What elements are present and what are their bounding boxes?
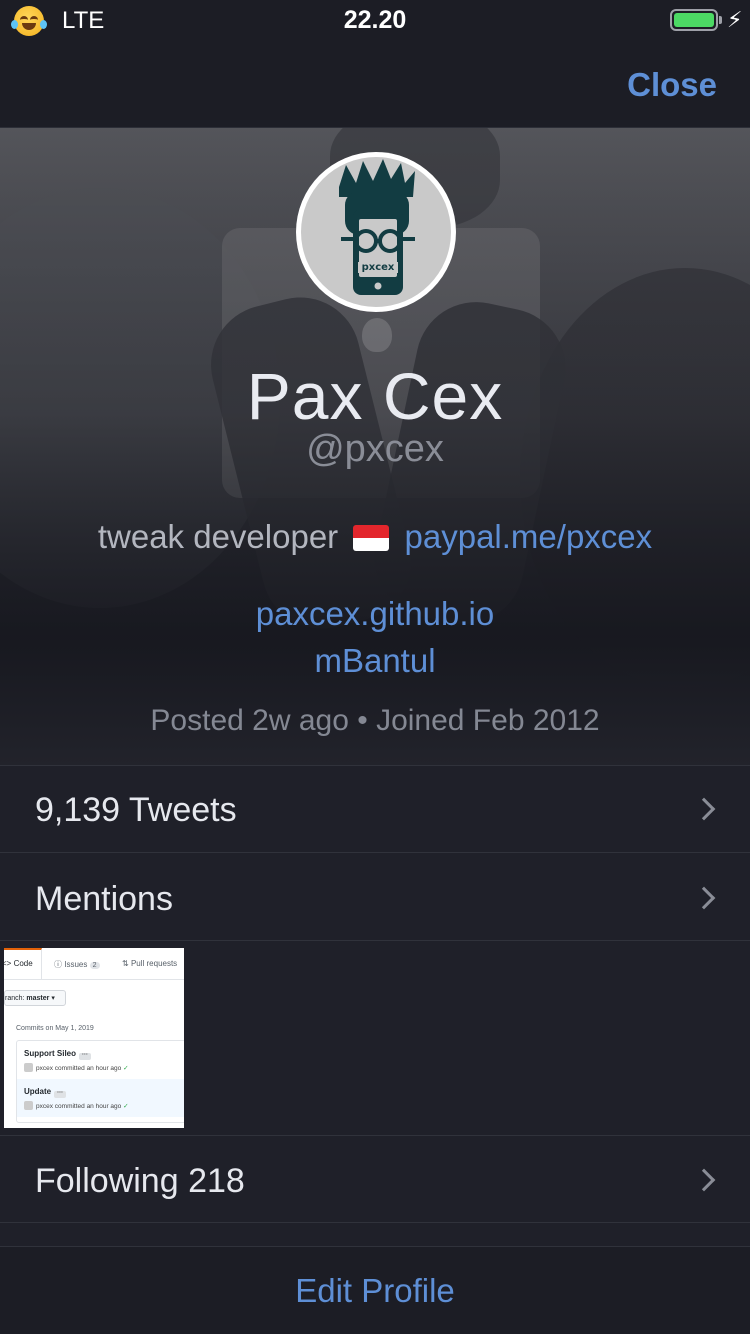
chevron-right-icon — [692, 797, 716, 821]
ellipsis-icon: ··· — [79, 1052, 91, 1060]
thumbnail-mini-avatar — [24, 1101, 33, 1110]
mentions-row[interactable]: Mentions — [0, 852, 750, 940]
tweets-row[interactable]: 9,139 Tweets — [0, 765, 750, 852]
nav-bar: Close — [0, 40, 750, 128]
chevron-right-icon — [692, 1168, 716, 1192]
close-button[interactable]: Close — [627, 66, 717, 104]
mentions-label: Mentions — [35, 880, 173, 918]
battery-tip — [719, 16, 722, 24]
thumbnail-tab-pulls: ⇅ Pull requests — [122, 959, 177, 968]
thumbnail-commit-title: Update ··· — [24, 1087, 67, 1098]
thumbnail-commit: Support Sileo ··· pxcex committed an hour… — [17, 1041, 184, 1079]
following-row[interactable]: Following 218 — [0, 1135, 750, 1222]
ellipsis-icon: ··· — [54, 1090, 67, 1098]
thumbnail-tab-issues-label: Issues — [64, 960, 88, 969]
thumbnail-mini-avatar — [24, 1063, 33, 1072]
bio-link[interactable]: paypal.me/pxcex — [405, 518, 653, 555]
edit-profile-button[interactable]: Edit Profile — [0, 1272, 750, 1310]
check-icon: ✓ — [123, 1103, 129, 1110]
status-time: 22.20 — [343, 6, 407, 34]
thumbnail-commit-sub-text: pxcex committed an hour ago — [36, 1065, 122, 1072]
thumbnail-commit-title: Support Sileo ··· — [24, 1049, 91, 1060]
media-strip: <> Code ⓘ Issues 2 ⇅ Pull requests ranch… — [0, 940, 750, 1135]
bottom-bar: Edit Profile — [0, 1246, 750, 1334]
battery-icon — [670, 9, 718, 31]
thumbnail-commit: Update ··· pxcex committed an hour ago ✓ — [17, 1079, 184, 1117]
thumbnail-commit-title-text: Update — [24, 1087, 52, 1096]
check-icon: ✓ — [123, 1065, 129, 1072]
thumbnail-tab-pulls-label: Pull requests — [130, 959, 178, 968]
website-link[interactable]: paxcex.github.io — [0, 595, 750, 633]
thumbnail-commit-list: Support Sileo ··· pxcex committed an hour… — [16, 1040, 184, 1123]
thumbnail-issues-badge: 2 — [89, 962, 100, 969]
following-label: Following 218 — [35, 1162, 245, 1200]
thumbnail-tabs: <> Code ⓘ Issues 2 ⇅ Pull requests — [4, 948, 184, 980]
charging-bolt-icon: ⚡︎ — [727, 7, 743, 32]
thumbnail-commits-date: Commits on May 1, 2019 — [16, 1025, 94, 1032]
thumbnail-branch-name: master ▾ — [26, 995, 55, 1002]
thumbnail-tab-issues: ⓘ Issues 2 — [54, 959, 100, 970]
avatar-label: pxcex — [358, 262, 398, 273]
bio-text: tweak developer — [97, 518, 339, 555]
avatar[interactable]: pxcex — [296, 152, 456, 312]
battery-level — [674, 13, 714, 27]
thumbnail-branch-prefix: ranch: — [5, 995, 25, 1002]
profile-header: pxcex Pax Cex @pxcex tweak developer pay… — [0, 128, 750, 765]
profile-name: Pax Cex — [246, 359, 504, 433]
thumbnail-tab-code: <> Code — [4, 959, 33, 968]
indonesia-flag-icon — [353, 525, 390, 551]
thumbnail-commit-title-text: Support Sileo — [24, 1049, 76, 1058]
profile-bio: tweak developer paypal.me/pxcex — [0, 518, 750, 556]
list-divider — [0, 1222, 750, 1223]
tweets-label: 9,139 Tweets — [35, 791, 237, 829]
thumbnail-commit-sub-text: pxcex committed an hour ago — [36, 1103, 122, 1110]
thumbnail-commit-sub: pxcex committed an hour ago ✓ — [24, 1063, 129, 1072]
chevron-right-icon — [692, 886, 716, 910]
thumbnail-pull-request-icon: ⇅ — [122, 959, 129, 968]
location-link[interactable]: mBantul — [0, 642, 750, 680]
media-thumbnail[interactable]: <> Code ⓘ Issues 2 ⇅ Pull requests ranch… — [4, 948, 184, 1128]
thumbnail-issues-icon: ⓘ — [54, 960, 62, 969]
status-bar: LTE 22.20 ⚡︎ — [0, 0, 750, 40]
profile-handle: @pxcex — [306, 428, 444, 470]
thumbnail-commit-sub: pxcex committed an hour ago ✓ — [24, 1101, 129, 1110]
profile-meta: Posted 2w ago • Joined Feb 2012 — [150, 704, 600, 737]
avatar-illustration — [339, 159, 415, 295]
avatar-image: pxcex — [301, 157, 451, 307]
thumbnail-branch-selector: ranch: master ▾ — [4, 990, 66, 1006]
